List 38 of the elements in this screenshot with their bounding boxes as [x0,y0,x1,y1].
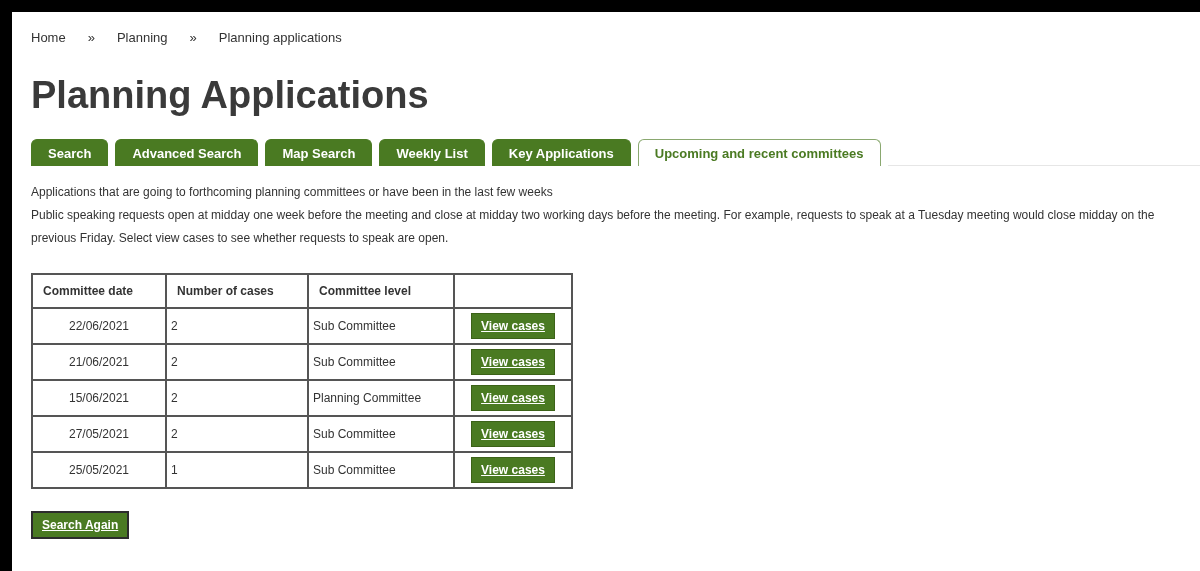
view-cases-button[interactable]: View cases [471,313,555,339]
view-cases-button[interactable]: View cases [471,385,555,411]
column-header: Committee date [32,274,166,308]
table-cell: 2 [166,308,308,344]
view-cases-button[interactable]: View cases [471,349,555,375]
table-cell: 21/06/2021 [32,344,166,380]
table-cell: 22/06/2021 [32,308,166,344]
breadcrumb-separator: » [87,30,95,47]
view-cases-button[interactable]: View cases [471,457,555,483]
table-cell: 2 [166,380,308,416]
column-header: Committee level [308,274,454,308]
table-cell: Sub Committee [308,308,454,344]
table-cell: Sub Committee [308,452,454,488]
tab[interactable]: Search [31,139,109,166]
table-cell: 27/05/2021 [32,416,166,452]
page-title: Planning Applications [31,74,430,117]
table-cell: 1 [166,452,308,488]
table-cell: 2 [166,416,308,452]
table-cell: Sub Committee [308,344,454,380]
view-cases-button[interactable]: View cases [471,421,555,447]
table-cell: Planning Committee [308,380,454,416]
tab[interactable]: Advanced Search [115,139,259,166]
table-cell: Sub Committee [308,416,454,452]
tab[interactable]: Map Search [265,139,373,166]
table-cell: 25/05/2021 [32,452,166,488]
tab[interactable]: Weekly List [379,139,485,166]
tab[interactable]: Upcoming and recent committees [637,139,881,166]
breadcrumb-link[interactable]: Planning applications [218,30,342,50]
column-header: Number of cases [166,274,308,308]
intro-text: Public speaking requests open at midday one week before the meeting and close at midday two working days before the meeting. For example, requests to speak at a Tuesday meeting would close midday on the previous Friday. Select view cases to see whether requests to speak are open. [31,207,1156,247]
breadcrumb-link[interactable]: Home [31,30,66,50]
table-cell: 2 [166,344,308,380]
breadcrumb-separator: » [189,30,197,47]
table-cell: 15/06/2021 [32,380,166,416]
search-again-button[interactable]: Search Again [31,511,130,539]
tab[interactable]: Key Applications [491,139,631,166]
intro-text: Applications that are going to forthcoming planning committees or have been in the last few weeks [31,184,554,201]
breadcrumb-link[interactable]: Planning [116,30,168,50]
